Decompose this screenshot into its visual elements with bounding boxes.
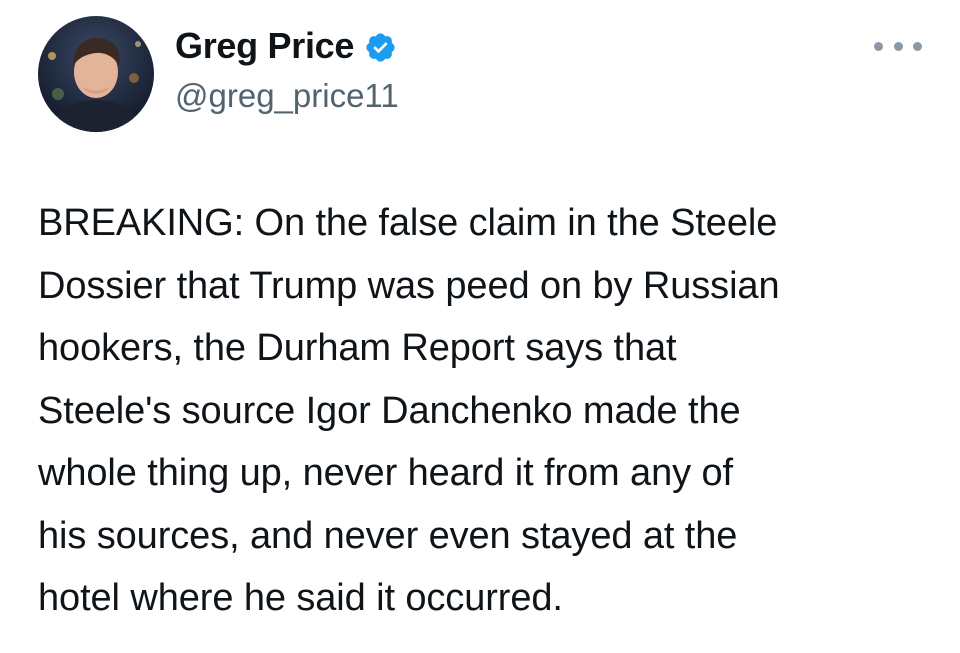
tweet-card: Greg Price @greg_price11 BREAKING: On th… bbox=[0, 0, 960, 653]
author-name-row: Greg Price bbox=[175, 24, 397, 68]
tweet-text-line: BREAKING: On the false claim in the Stee… bbox=[38, 202, 778, 244]
verified-badge-icon bbox=[364, 31, 397, 64]
ellipsis-icon bbox=[893, 41, 903, 51]
more-options-button[interactable] bbox=[874, 34, 922, 58]
avatar[interactable] bbox=[38, 16, 154, 132]
tweet-text-line: hookers, the Durham Report says that bbox=[38, 327, 677, 369]
author-handle[interactable]: @greg_price11 bbox=[175, 76, 399, 116]
tweet-text-line: his sources, and never even stayed at th… bbox=[38, 514, 738, 557]
author-display-name[interactable]: Greg Price bbox=[175, 24, 354, 68]
tweet-text-line: Dossier that Trump was peed on by Russia… bbox=[38, 264, 780, 307]
tweet-text: BREAKING: On the false claim in the Stee… bbox=[38, 192, 938, 630]
tweet-text-line: hotel where he said it occurred. bbox=[38, 577, 563, 619]
tweet-text-line: Steele's source Igor Danchenko made the bbox=[38, 389, 741, 432]
ellipsis-icon bbox=[913, 41, 922, 51]
ellipsis-icon bbox=[874, 41, 883, 51]
tweet-text-line: whole thing up, never heard it from any … bbox=[38, 452, 733, 494]
